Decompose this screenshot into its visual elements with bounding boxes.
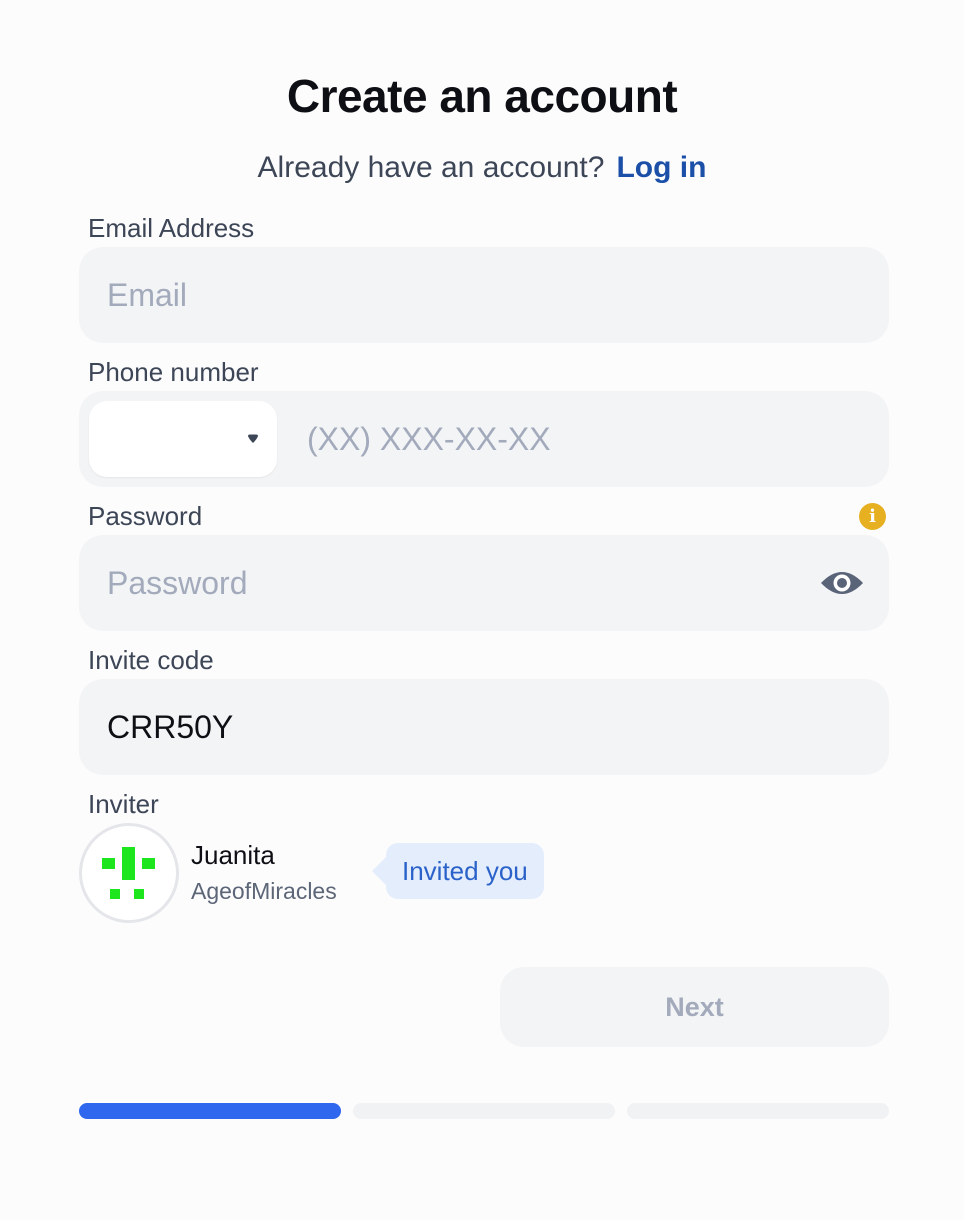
login-prompt: Already have an account? Log in — [0, 148, 964, 188]
invite-code-label: Invite code — [88, 645, 214, 675]
caret-down-icon — [248, 434, 258, 443]
login-link[interactable]: Log in — [616, 151, 706, 184]
phone-field-container — [79, 391, 889, 487]
email-input[interactable] — [107, 247, 807, 343]
phone-label: Phone number — [88, 357, 259, 387]
inviter-handle: AgeofMiracles — [191, 878, 337, 904]
inviter-name: Juanita — [191, 840, 275, 870]
progress-step-2 — [353, 1103, 615, 1119]
avatar — [79, 823, 179, 923]
invite-code-input[interactable] — [107, 679, 807, 775]
password-input[interactable] — [107, 535, 807, 631]
eye-icon[interactable] — [819, 567, 865, 599]
invite-code-field-container — [79, 679, 889, 775]
country-code-select[interactable] — [89, 401, 277, 477]
pixel-avatar-icon — [102, 847, 155, 899]
info-icon[interactable]: i — [859, 503, 886, 530]
inviter-label: Inviter — [88, 789, 159, 819]
progress-step-3 — [627, 1103, 889, 1119]
progress-step-1 — [79, 1103, 341, 1119]
email-field-container — [79, 247, 889, 343]
phone-input[interactable] — [307, 391, 867, 487]
email-label: Email Address — [88, 213, 255, 243]
password-field-container — [79, 535, 889, 631]
signup-page: Create an account Already have an accoun… — [0, 0, 964, 1220]
invited-you-badge: Invited you — [372, 843, 544, 899]
login-prompt-text: Already have an account? — [257, 151, 605, 184]
password-label: Password — [88, 501, 203, 531]
page-title: Create an account — [286, 70, 678, 122]
next-button[interactable]: Next — [500, 967, 889, 1047]
